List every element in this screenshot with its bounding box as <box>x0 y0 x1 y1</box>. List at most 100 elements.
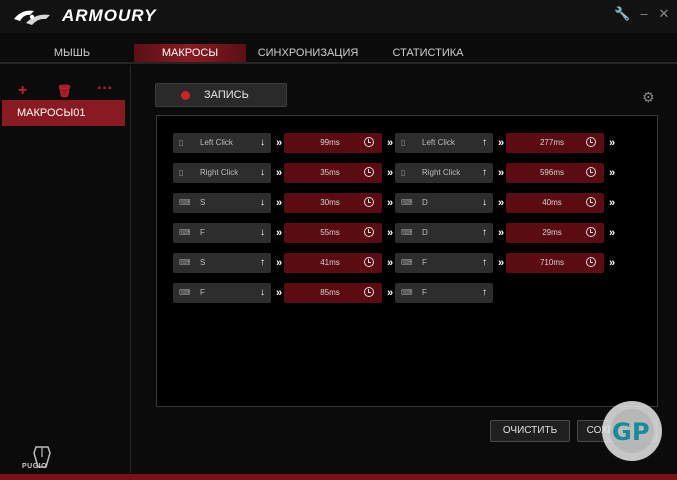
app-title: ARMOURY <box>62 6 157 25</box>
arrow-down-icon: ↓ <box>260 167 265 178</box>
macro-delay[interactable]: 85ms <box>284 283 382 303</box>
clock-icon <box>586 137 596 147</box>
record-dot-icon <box>181 91 190 100</box>
macro-delay[interactable]: 710ms <box>506 253 604 273</box>
tab-macros[interactable]: МАКРОСЫ <box>134 44 246 63</box>
macro-key-label: D <box>422 198 428 207</box>
delay-value: 35ms <box>320 168 340 177</box>
macro-key-event[interactable]: ▯ Right Click ↑ <box>395 163 493 183</box>
chevron-right-icon: » <box>608 167 616 179</box>
arrow-up-icon: ↑ <box>482 137 487 148</box>
keyboard-icon: ⌨ <box>401 198 413 207</box>
record-button[interactable]: ЗАПИСЬ <box>155 83 287 107</box>
mouse-icon: ▯ <box>401 138 406 147</box>
gear-icon[interactable]: ⚙ <box>642 89 655 106</box>
svg-text:G: G <box>612 418 632 446</box>
clock-icon <box>364 227 374 237</box>
chevron-right-icon: » <box>497 227 505 239</box>
delay-value: 596ms <box>539 168 564 177</box>
arrow-up-icon: ↑ <box>260 257 265 268</box>
clock-icon <box>586 227 596 237</box>
footer-accent <box>0 474 677 480</box>
chevron-right-icon: » <box>608 257 616 269</box>
macro-key-event[interactable]: ⌨ D ↓ <box>395 193 493 213</box>
macro-key-label: S <box>200 258 206 267</box>
record-label: ЗАПИСЬ <box>204 89 249 101</box>
macro-key-event[interactable]: ⌨ F ↑ <box>395 253 493 273</box>
more-icon[interactable]: ··· <box>97 80 113 98</box>
delay-value: 29ms <box>542 228 562 237</box>
clock-icon <box>364 287 374 297</box>
chevron-right-icon: » <box>608 197 616 209</box>
arrow-up-icon: ↑ <box>482 227 487 238</box>
chevron-right-icon: » <box>497 257 505 269</box>
clock-icon <box>364 197 374 207</box>
clock-icon <box>364 137 374 147</box>
delete-icon[interactable]: 🗑 <box>57 84 72 98</box>
arrow-down-icon: ↓ <box>482 197 487 208</box>
keyboard-icon: ⌨ <box>401 258 413 267</box>
mouse-icon: ▯ <box>179 138 184 147</box>
arrow-up-icon: ↑ <box>482 287 487 298</box>
chevron-right-icon: » <box>608 227 616 239</box>
macro-key-label: S <box>200 198 206 207</box>
macro-key-label: F <box>200 228 205 237</box>
mouse-icon: ▯ <box>401 168 406 177</box>
sidebar-item-macro01[interactable]: МАКРОСЫ01 <box>2 100 125 126</box>
macro-delay[interactable]: 596ms <box>506 163 604 183</box>
macro-delay[interactable]: 41ms <box>284 253 382 273</box>
macro-key-event[interactable]: ⌨ F ↑ <box>395 283 493 303</box>
macro-key-label: Left Click <box>200 138 233 147</box>
macro-key-event[interactable]: ⌨ D ↑ <box>395 223 493 243</box>
macro-delay[interactable]: 35ms <box>284 163 382 183</box>
delay-value: 99ms <box>320 138 340 147</box>
close-icon[interactable]: ✕ <box>656 6 672 22</box>
tab-mouse[interactable]: МЫШЬ <box>22 44 122 63</box>
arrow-down-icon: ↓ <box>260 287 265 298</box>
tab-divider <box>0 62 677 64</box>
device-name: PUGIO <box>22 463 48 470</box>
macro-key-label: F <box>422 288 427 297</box>
macro-delay[interactable]: 29ms <box>506 223 604 243</box>
keyboard-icon: ⌨ <box>179 258 191 267</box>
keyboard-icon: ⌨ <box>401 288 413 297</box>
minimize-icon[interactable]: – <box>636 6 652 22</box>
macro-key-event[interactable]: ⌨ S ↓ <box>173 193 271 213</box>
arrow-down-icon: ↓ <box>260 197 265 208</box>
clock-icon <box>586 197 596 207</box>
delay-value: 85ms <box>320 288 340 297</box>
macro-key-event[interactable]: ⌨ F ↓ <box>173 223 271 243</box>
macro-key-event[interactable]: ▯ Left Click ↓ <box>173 133 271 153</box>
tab-sync[interactable]: СИНХРОНИЗАЦИЯ <box>252 44 364 63</box>
macro-key-label: F <box>422 258 427 267</box>
macro-key-label: D <box>422 228 428 237</box>
delay-value: 40ms <box>542 198 562 207</box>
chevron-right-icon: » <box>497 137 505 149</box>
clock-icon <box>586 167 596 177</box>
chevron-right-icon: » <box>497 167 505 179</box>
arrow-down-icon: ↓ <box>260 137 265 148</box>
delay-value: 55ms <box>320 228 340 237</box>
macro-delay[interactable]: 55ms <box>284 223 382 243</box>
add-icon[interactable]: + <box>18 82 27 100</box>
macro-delay[interactable]: 99ms <box>284 133 382 153</box>
chevron-right-icon: » <box>608 137 616 149</box>
clock-icon <box>586 257 596 267</box>
macro-key-event[interactable]: ⌨ S ↑ <box>173 253 271 273</box>
wrench-icon[interactable]: 🔧 <box>614 6 630 22</box>
macro-key-label: Left Click <box>422 138 455 147</box>
macro-delay[interactable]: 277ms <box>506 133 604 153</box>
macro-key-event[interactable]: ▯ Right Click ↓ <box>173 163 271 183</box>
macro-key-label: Right Click <box>200 168 239 177</box>
keyboard-icon: ⌨ <box>401 228 413 237</box>
delay-value: 41ms <box>320 258 340 267</box>
macro-key-event[interactable]: ⌨ F ↓ <box>173 283 271 303</box>
macro-delay[interactable]: 40ms <box>506 193 604 213</box>
tab-stats[interactable]: СТАТИСТИКА <box>372 44 484 63</box>
keyboard-icon: ⌨ <box>179 228 191 237</box>
macro-key-label: F <box>200 288 205 297</box>
macro-key-event[interactable]: ▯ Left Click ↑ <box>395 133 493 153</box>
macro-delay[interactable]: 30ms <box>284 193 382 213</box>
clear-button[interactable]: ОЧИСТИТЬ <box>490 420 570 442</box>
macro-key-label: Right Click <box>422 168 461 177</box>
